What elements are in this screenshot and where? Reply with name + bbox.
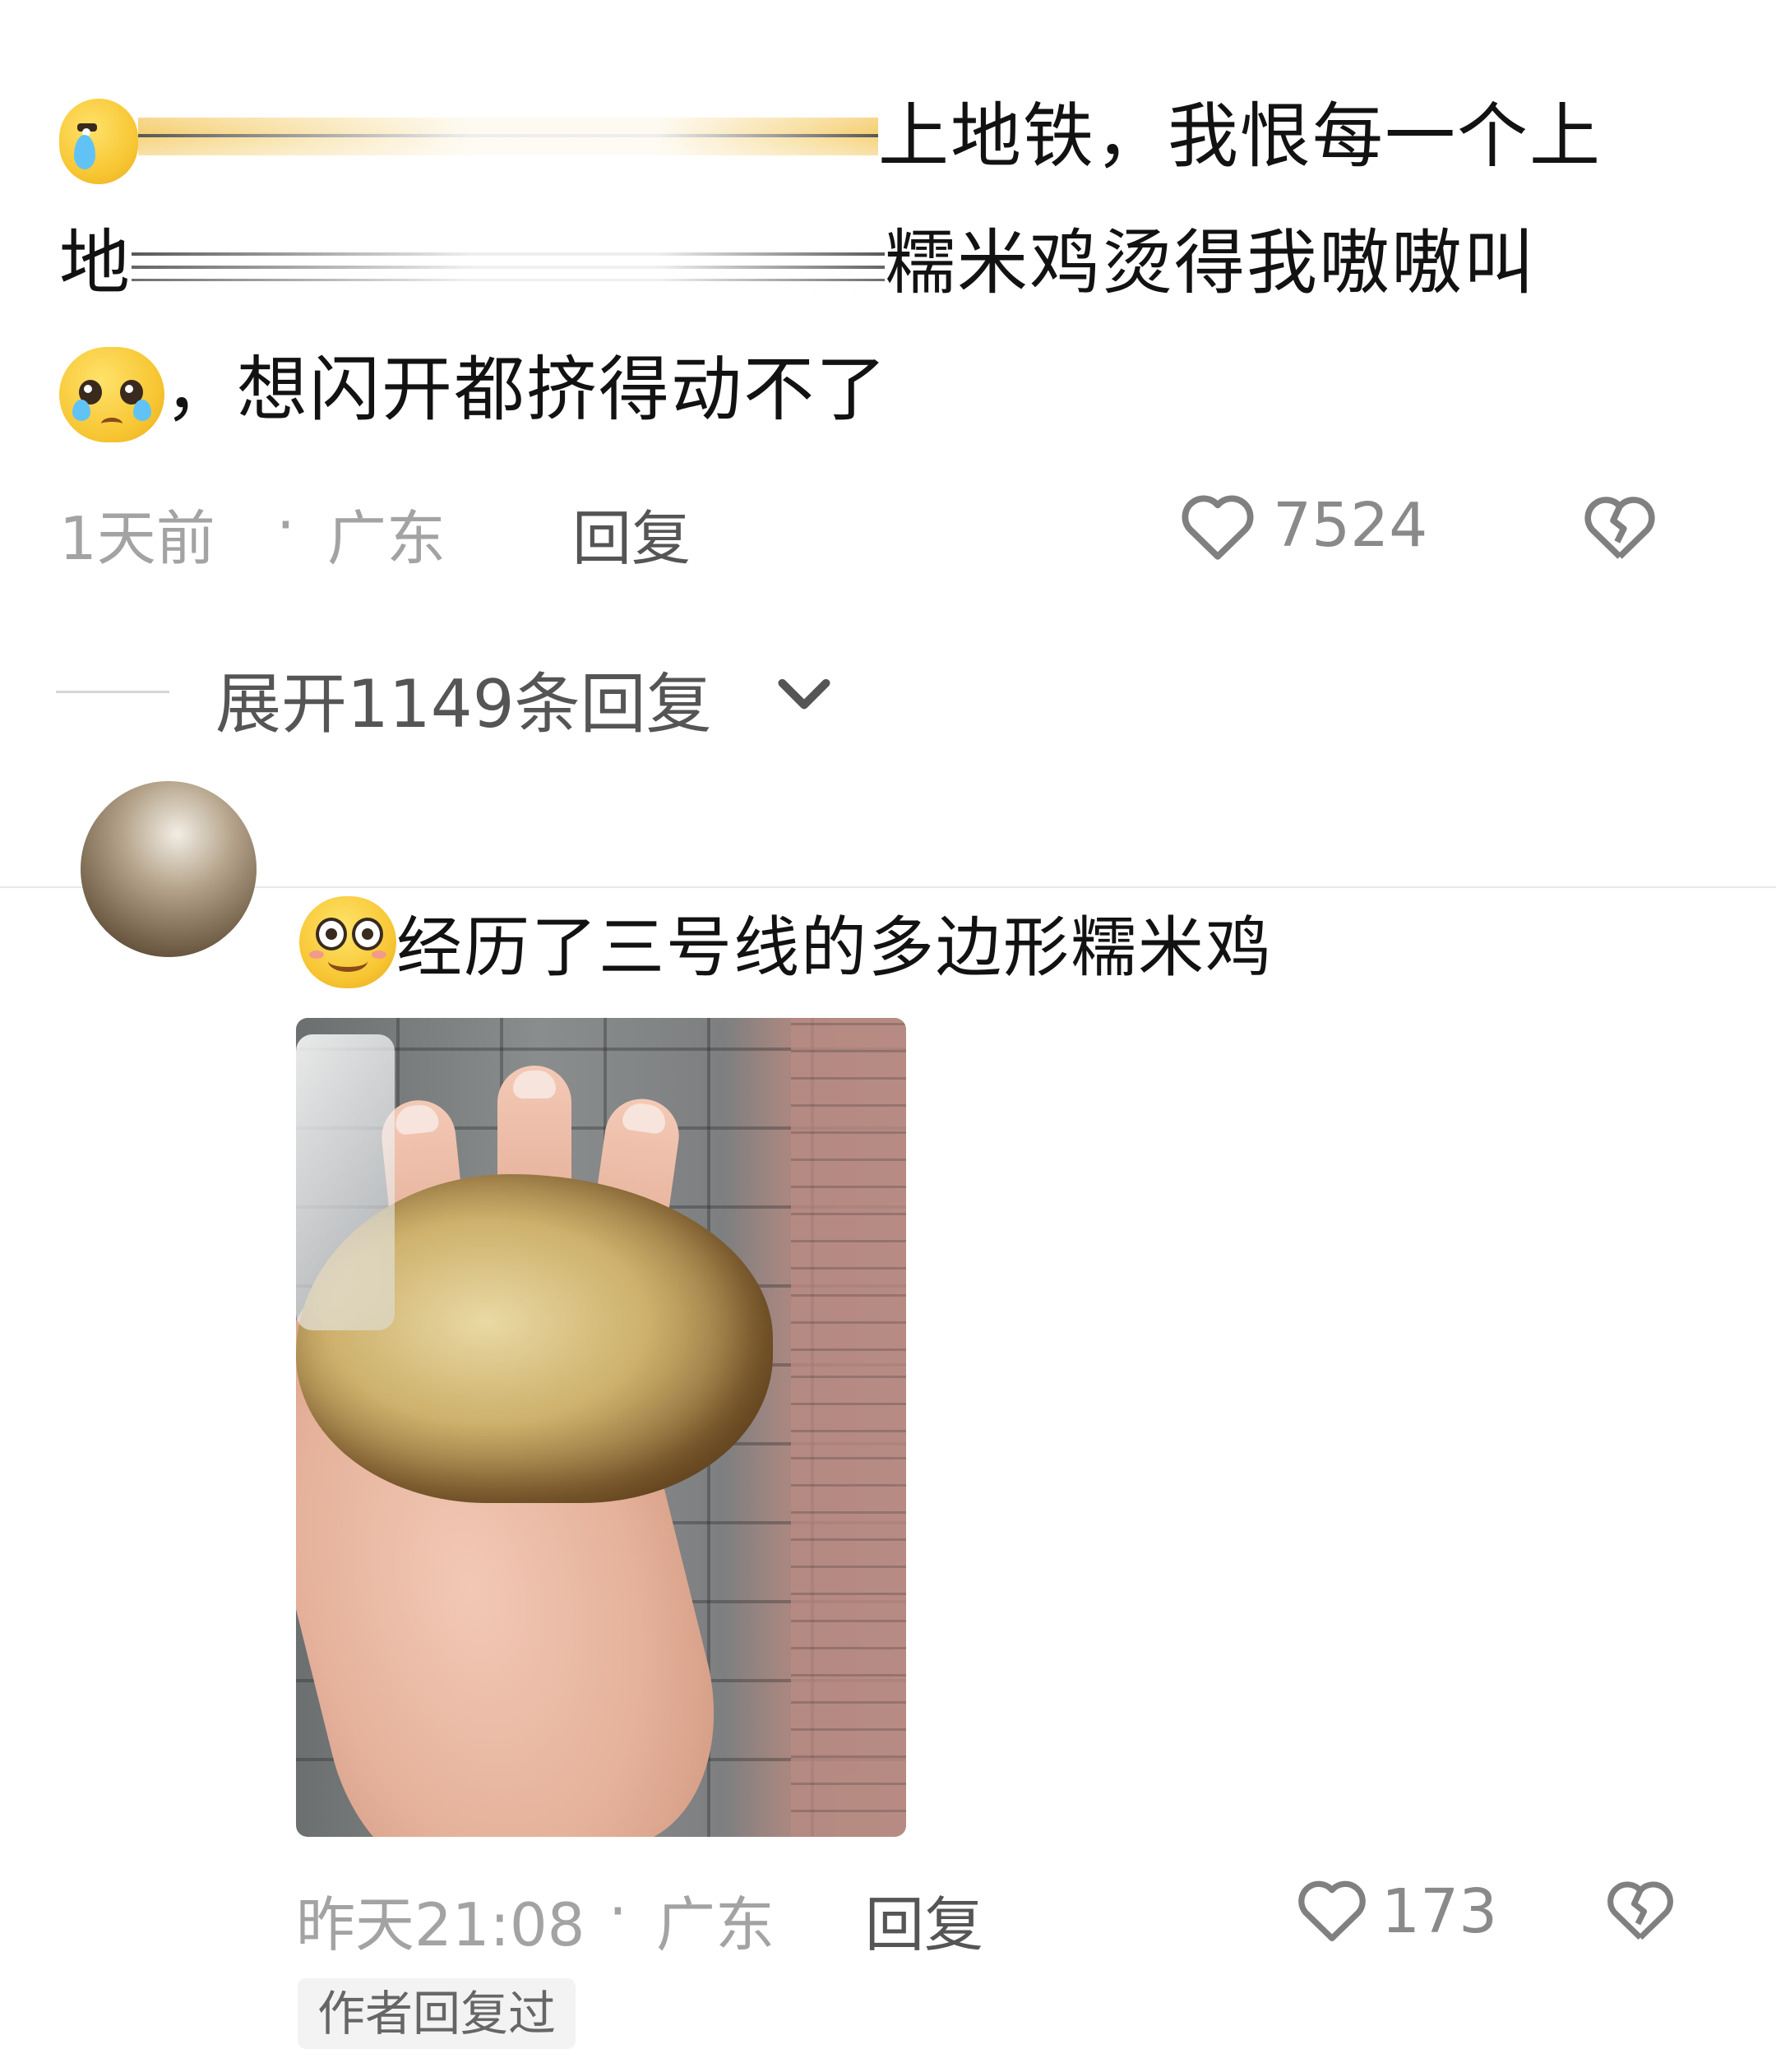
avatar[interactable]: [81, 781, 257, 957]
comment-1-line-2: 地 糯米鸡烫得我嗷嗷叫: [59, 199, 1536, 327]
comment-1-line-1: 上地铁，我恨每一个上: [59, 72, 1602, 201]
chevron-down-icon[interactable]: [773, 673, 835, 719]
comment-2-text: 经历了三号线的多边形糯米鸡: [396, 909, 1273, 986]
comment-1-like-count: 7524: [1273, 490, 1428, 561]
comment-2-location: 广东: [656, 1890, 775, 1959]
heart-outline-icon[interactable]: [1294, 1873, 1370, 1944]
comment-2-like-count: 173: [1381, 1876, 1498, 1947]
comment-1-line-3-text: ，想闪开都挤得动不了: [164, 349, 888, 431]
broken-heart-icon[interactable]: [1603, 1873, 1677, 1944]
pleading-emoji-icon: [59, 346, 164, 442]
comment-1-line-3: ，想闪开都挤得动不了: [59, 326, 888, 454]
silly-face-emoji-icon: [299, 896, 396, 988]
expand-replies-button[interactable]: 展开1149条回复: [215, 651, 712, 747]
comment-2-separator: ·: [608, 1876, 627, 1945]
comment-1-time: 1天前: [59, 504, 215, 573]
broken-heart-icon[interactable]: [1580, 488, 1659, 562]
comment-1: 上地铁，我恨每一个上 地 糯米鸡烫得我嗷嗷叫 ，想闪开都挤得动不了 1天前 · 广…: [0, 0, 1776, 886]
expand-divider: [56, 691, 169, 693]
author-replied-badge: 作者回复过: [298, 1978, 576, 2049]
comment-2-photo[interactable]: [296, 1018, 906, 1837]
comment-1-line-2-prefix: 地: [59, 222, 132, 304]
comment-2-reply-button[interactable]: 回复: [865, 1876, 983, 1963]
comment-1-line-2-text: 糯米鸡烫得我嗷嗷叫: [885, 222, 1536, 304]
crying-emoji-icon: [59, 98, 138, 184]
comment-1-line-1-text: 上地铁，我恨每一个上: [878, 95, 1602, 178]
comment-1-separator: ·: [276, 490, 295, 559]
comment-1-location: 广东: [327, 504, 446, 573]
censored-smear: [138, 109, 878, 173]
censored-smear: [132, 235, 885, 300]
panel-divider: [0, 886, 1776, 888]
heart-outline-icon[interactable]: [1177, 487, 1258, 562]
comment-2-time: 昨天21:08: [296, 1890, 585, 1959]
comment-1-reply-button[interactable]: 回复: [572, 490, 691, 576]
